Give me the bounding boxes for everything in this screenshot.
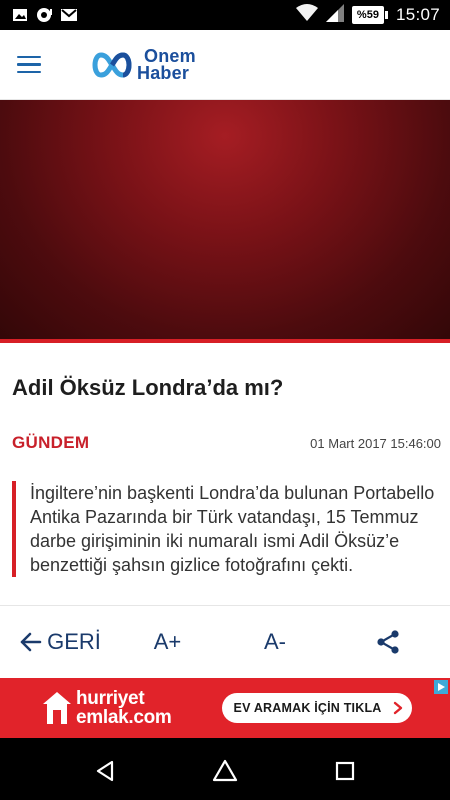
back-button[interactable]: GERİ — [0, 629, 110, 655]
house-logo-icon — [43, 692, 71, 724]
nav-home-icon[interactable] — [205, 751, 245, 791]
logo-line-1: Onem — [144, 45, 196, 66]
system-nav-bar — [0, 742, 450, 800]
image-icon — [12, 7, 28, 23]
article-hero-image[interactable] — [0, 100, 450, 339]
signal-icon — [325, 3, 344, 27]
article-title: Adil Öksüz Londra’da mı? — [12, 375, 284, 400]
logo-line-2: Haber — [137, 62, 190, 83]
ad-cta-label: EV ARAMAK İÇİN TIKLA — [233, 701, 382, 715]
gmail-icon — [60, 7, 77, 23]
article-action-bar: GERİ A+ A- — [0, 605, 450, 678]
hamburger-menu-icon[interactable] — [17, 43, 61, 87]
wifi-icon — [295, 3, 318, 27]
share-button[interactable] — [325, 629, 450, 655]
ad-banner[interactable]: hurriyet emlak.com EV ARAMAK İÇİN TIKLA — [0, 678, 450, 738]
article-summary: İngiltere’nin başkenti Londra’da bulunan… — [12, 481, 442, 577]
status-bar: %59 15:07 — [0, 0, 450, 30]
hero-divider — [0, 339, 450, 343]
article-meta: GÜNDEM 01 Mart 2017 15:46:00 — [12, 433, 441, 453]
share-icon — [376, 630, 399, 654]
chevron-right-icon — [393, 701, 402, 715]
ad-cta-button[interactable]: EV ARAMAK İÇİN TIKLA — [221, 693, 412, 723]
battery-level: %59 — [351, 6, 384, 24]
article-category[interactable]: GÜNDEM — [12, 433, 89, 453]
article-summary-text: İngiltere’nin başkenti Londra’da bulunan… — [30, 483, 435, 575]
arrow-left-icon — [20, 632, 42, 652]
app-logo[interactable]: Onem Haber — [90, 45, 196, 83]
battery-icon: %59 — [351, 6, 388, 24]
app-bar: Onem Haber — [0, 30, 450, 100]
ad-brand-logo: hurriyet emlak.com — [42, 689, 172, 727]
ad-info-icon[interactable] — [434, 680, 448, 694]
status-clock: 15:07 — [395, 5, 440, 24]
article-date: 01 Mart 2017 15:46:00 — [310, 435, 441, 451]
nav-recents-icon[interactable] — [325, 751, 365, 791]
font-increase-button[interactable]: A+ — [110, 629, 225, 655]
camera-record-icon — [36, 7, 52, 23]
infinity-logo-icon — [92, 51, 132, 78]
nav-back-icon[interactable] — [85, 751, 125, 791]
ad-brand-line-1: hurriyet — [76, 688, 145, 709]
font-decrease-button[interactable]: A- — [225, 629, 325, 655]
back-button-label: GERİ — [47, 629, 101, 654]
ad-brand-line-2: emlak.com — [76, 707, 172, 728]
